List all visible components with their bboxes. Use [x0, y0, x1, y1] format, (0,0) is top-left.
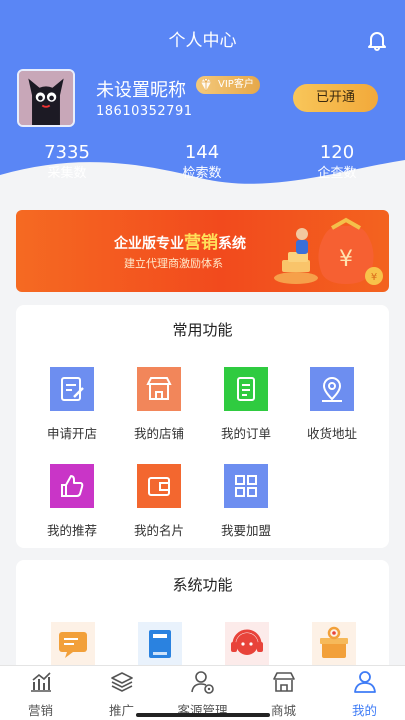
- banner-title-post: 系统: [218, 236, 246, 252]
- layers-icon: [110, 672, 133, 692]
- user-settings-icon: [190, 671, 214, 694]
- cat-avatar-icon: [19, 71, 73, 125]
- nav-label: 我的: [351, 703, 377, 718]
- stat-value: 144: [184, 142, 220, 163]
- func-label: 申请开店: [46, 426, 97, 441]
- diamond-icon: [201, 78, 211, 91]
- banner-subtitle: 建立代理商激励体系: [124, 257, 223, 270]
- stat-value: 120: [319, 142, 355, 163]
- my-card-button[interactable]: 我的名片: [114, 464, 204, 539]
- message-icon[interactable]: [51, 622, 95, 666]
- func-label: 我的推荐: [46, 523, 97, 538]
- banner-title-pre: 企业版专业: [114, 236, 184, 252]
- stat-label: 企查数: [317, 166, 357, 181]
- my-referrals-button[interactable]: 我的推荐: [27, 464, 117, 539]
- func-label: 我的订单: [220, 426, 271, 441]
- stat-value: 7335: [44, 142, 90, 163]
- nav-mine[interactable]: 我的: [324, 670, 405, 719]
- apply-store-button[interactable]: 申请开店: [27, 367, 117, 442]
- my-store-button[interactable]: 我的店铺: [114, 367, 204, 442]
- grid-apps-icon: [224, 464, 268, 508]
- activated-button[interactable]: 已开通: [293, 84, 378, 112]
- func-label: 我的店铺: [133, 426, 184, 441]
- home-indicator: [136, 713, 270, 717]
- avatar[interactable]: [17, 69, 75, 127]
- chart-icon: [30, 672, 51, 692]
- stat-search[interactable]: 144 检索数: [152, 142, 252, 184]
- common-functions-card: 常用功能 申请开店 我的店铺 我的订单 收货地址 我的推荐 我的名片 我要加盟: [16, 305, 389, 548]
- phone-number: 18610352791: [96, 104, 193, 119]
- stat-label: 检索数: [182, 166, 222, 181]
- money-bag-illustration-icon: ¥ ¥: [274, 217, 383, 285]
- profile-page: 个人中心 未设置昵称 VIP客户 18610352791 已开通 7335 采集…: [0, 0, 405, 720]
- my-orders-button[interactable]: 我的订单: [201, 367, 291, 442]
- nickname: 未设置昵称: [96, 80, 186, 101]
- edit-note-icon: [50, 367, 94, 411]
- marketing-banner[interactable]: 企业版专业营销系统 建立代理商激励体系 ¥ ¥: [16, 210, 389, 292]
- nav-marketing[interactable]: 营销: [0, 670, 81, 719]
- settings-gift-icon[interactable]: [312, 622, 356, 666]
- profile-header: 个人中心 未设置昵称 VIP客户 18610352791 已开通 7335 采集…: [0, 0, 405, 210]
- person-icon: [353, 671, 376, 693]
- wallet-icon: [137, 464, 181, 508]
- system-functions-card: 系统功能: [16, 560, 389, 680]
- stat-collect[interactable]: 7335 采集数: [17, 142, 117, 184]
- bottom-nav: 营销 推广 客源管理 商城 我的: [0, 665, 405, 720]
- document-icon: [224, 367, 268, 411]
- stat-company[interactable]: 120 企查数: [287, 142, 387, 184]
- common-functions-title: 常用功能: [172, 321, 233, 339]
- func-label: 收货地址: [306, 426, 357, 441]
- bell-icon[interactable]: [365, 28, 389, 52]
- customer-service-icon[interactable]: [225, 622, 269, 666]
- shop-icon: [272, 672, 295, 692]
- nav-label: 营销: [27, 703, 53, 718]
- nav-mall[interactable]: 商城: [243, 670, 324, 719]
- nav-promotion[interactable]: 推广: [81, 670, 162, 719]
- vip-badge-label: VIP客户: [218, 79, 254, 90]
- join-franchise-button[interactable]: 我要加盟: [201, 464, 291, 539]
- svg-text:¥: ¥: [371, 272, 377, 283]
- location-pin-icon: [310, 367, 354, 411]
- svg-text:¥: ¥: [339, 247, 353, 272]
- func-label: 我要加盟: [220, 523, 271, 538]
- store-icon: [137, 367, 181, 411]
- vip-badge: VIP客户: [196, 76, 260, 94]
- thumbs-up-icon: [50, 464, 94, 508]
- banner-title: 企业版专业营销系统: [114, 228, 246, 253]
- page-title: 个人中心: [168, 31, 237, 51]
- system-functions-title: 系统功能: [172, 576, 233, 594]
- func-label: 我的名片: [133, 523, 184, 538]
- stat-label: 采集数: [47, 166, 87, 181]
- shipping-address-button[interactable]: 收货地址: [287, 367, 377, 442]
- banner-title-highlight: 营销: [184, 233, 218, 253]
- nav-customer-management[interactable]: 客源管理: [162, 670, 243, 719]
- book-icon[interactable]: [138, 622, 182, 666]
